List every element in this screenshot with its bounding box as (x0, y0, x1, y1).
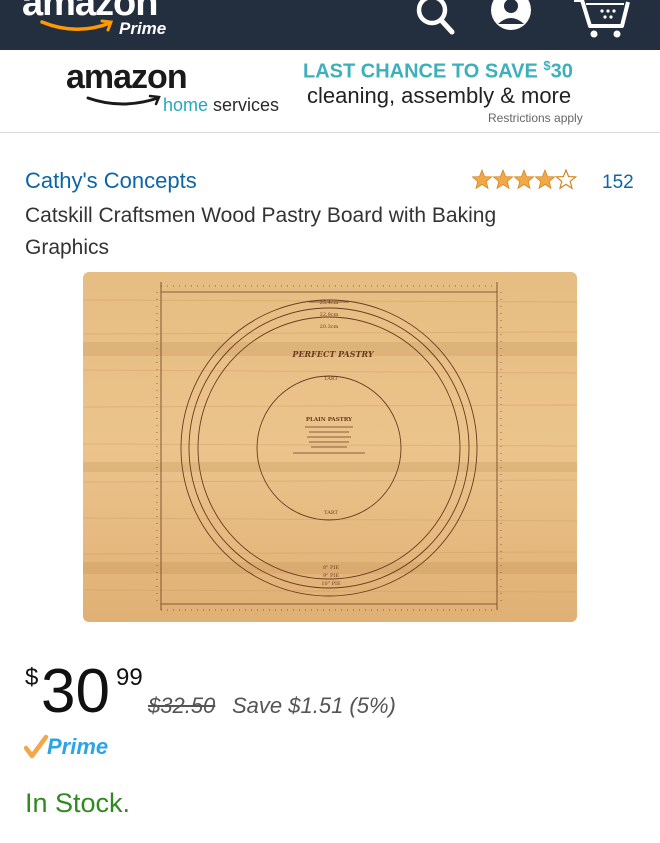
ad-brand-name: amazon (66, 58, 188, 96)
ad-headline: LAST CHANCE TO SAVE $30 (303, 58, 573, 83)
savings-text: Save $1.51 (5%) (232, 693, 396, 718)
account-icon[interactable] (487, 0, 537, 40)
brand-link[interactable]: Cathy's Concepts (25, 168, 197, 194)
pie-size-2: 9" PIE (323, 573, 339, 579)
tart-label-bottom: TART (324, 510, 338, 516)
cart-icon[interactable] (572, 0, 632, 40)
plain-pastry-label: PLAIN PASTRY (306, 417, 352, 423)
rating-count-link[interactable]: 152 (602, 172, 634, 194)
pie-size-1: 8" PIE (323, 565, 339, 571)
price-whole: 30 (41, 657, 110, 726)
ad-smile-icon (86, 94, 161, 106)
product-image[interactable]: 25.4cm 22.9cm 20.3cm PERFECT PASTRY TART… (83, 272, 577, 622)
ad-home-label: home (163, 95, 209, 115)
amazon-smile-icon (40, 19, 114, 32)
price-fraction: 99 (116, 664, 143, 691)
ad-restrictions-note: Restrictions apply (488, 111, 583, 125)
prime-logo-text: Prime (119, 19, 167, 38)
list-price: $32.50 (148, 693, 216, 718)
product-title: Catskill Craftsmen Wood Pastry Board wit… (25, 204, 497, 259)
star-rating-icon (471, 168, 578, 190)
price-currency-symbol: $ (25, 664, 39, 691)
ad-services-label: services (213, 95, 280, 115)
tart-label-top: TART (324, 376, 338, 382)
prime-badge-label: Prime (47, 734, 109, 759)
size-label-1: 25.4cm (320, 300, 339, 306)
search-icon[interactable] (410, 0, 460, 40)
ad-subline: cleaning, assembly & more (307, 83, 572, 108)
pie-size-3: 10" PIE (321, 581, 341, 587)
star-rating[interactable] (471, 168, 578, 196)
size-label-2: 22.9cm (320, 312, 339, 318)
perfect-pastry-label: PERFECT PASTRY (291, 349, 374, 359)
home-services-ad[interactable]: amazon home services LAST CHANCE TO SAVE… (0, 50, 660, 133)
size-label-3: 20.3cm (320, 324, 339, 330)
top-nav-bar: amazon Prime (0, 0, 660, 50)
ad-home-services-label: home services (163, 95, 279, 116)
stock-status: In Stock. (25, 788, 131, 818)
